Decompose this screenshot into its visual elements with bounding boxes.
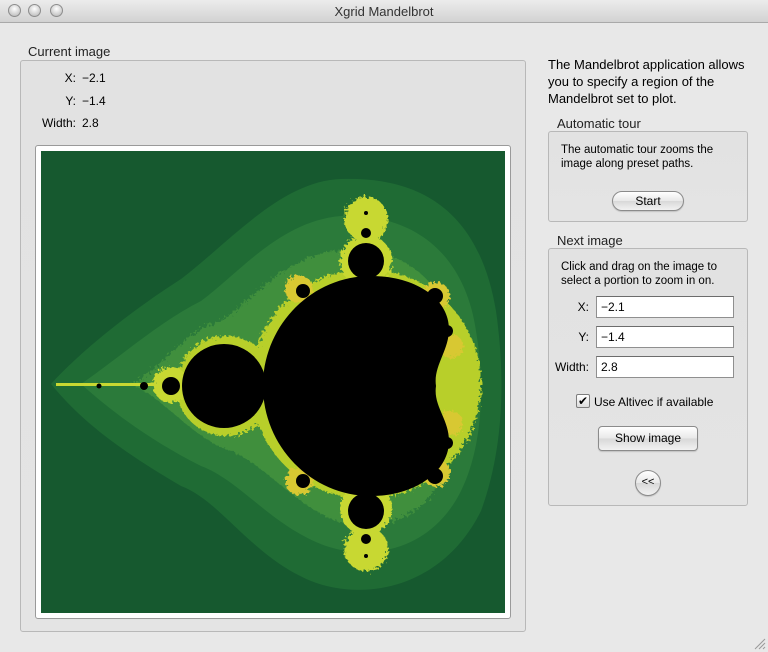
next-y-field[interactable] [596,326,734,348]
next-width-label: Width: [554,360,589,374]
show-image-button[interactable]: Show image [598,426,698,451]
next-image-instructions: Click and drag on the image to select a … [561,261,717,287]
altivec-label: Use Altivec if available [594,395,714,409]
automatic-tour-description: The automatic tour zooms the image along… [561,144,714,170]
intro-text: The Mandelbrot application allows you to… [548,57,745,106]
window-title: Xgrid Mandelbrot [334,4,434,19]
current-y-label: Y: [65,94,76,108]
checkmark-icon: ✔ [577,394,589,408]
current-width-label: Width: [41,116,76,130]
current-image-label: Current image [28,44,111,59]
current-x-value: −2.1 [82,71,106,85]
mandelbrot-image[interactable] [41,151,505,613]
next-x-label: X: [577,300,589,314]
back-button[interactable]: << [635,470,661,496]
current-width-value: 2.8 [82,116,99,130]
app-window: Xgrid Mandelbrot Current image X: −2.1 Y… [0,0,768,652]
next-width-field[interactable] [596,356,734,378]
current-y-value: −1.4 [82,94,106,108]
next-image-label: Next image [557,233,623,248]
next-y-label: Y: [578,330,589,344]
altivec-checkbox[interactable]: ✔ [576,394,590,408]
mandelbrot-render [41,151,505,613]
current-x-label: X: [64,71,76,85]
mandelbrot-image-frame [35,145,511,619]
resize-grip-icon[interactable] [754,638,766,650]
start-button[interactable]: Start [612,191,684,211]
next-x-field[interactable] [596,296,734,318]
automatic-tour-label: Automatic tour [557,116,641,131]
title-bar[interactable]: Xgrid Mandelbrot [0,0,768,23]
